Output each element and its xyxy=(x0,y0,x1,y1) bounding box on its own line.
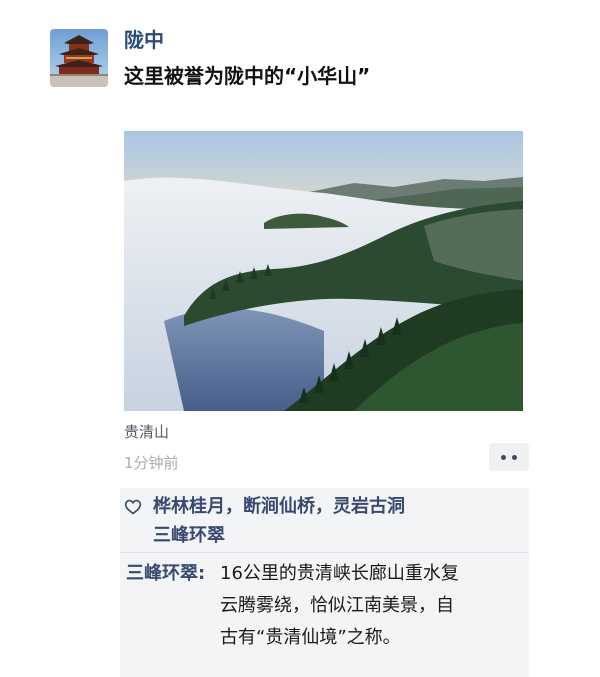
likes-row: 桦林桂月，断涧仙桥，灵岩古洞 三峰环翠 xyxy=(120,488,529,550)
likers-list-line-2[interactable]: 三峰环翠 xyxy=(153,523,225,549)
likers-list-line-1[interactable]: 桦林桂月，断涧仙桥，灵岩古洞 xyxy=(153,494,405,520)
comment-text-line-1: 16公里的贵清峡长廊山重水复 xyxy=(220,563,459,584)
more-actions-button[interactable] xyxy=(489,443,529,471)
post-text: 这里被誉为陇中的“小华山” xyxy=(124,64,371,88)
mountain-cloud-photo xyxy=(124,131,523,411)
pagoda-avatar-image xyxy=(50,29,108,87)
author-name[interactable]: 陇中 xyxy=(124,26,164,54)
comment-text-line-2: 云腾雾绕，恰似江南美景，自 xyxy=(220,595,454,616)
comment-author[interactable]: 三峰环翠: xyxy=(126,560,205,588)
more-dot-icon xyxy=(512,454,517,460)
author-avatar[interactable] xyxy=(50,29,108,87)
moments-post: 陇中 这里被誉为陇中的“小华山” 贵清山 1分钟前 桦林桂月，断涧仙桥，灵岩古洞… xyxy=(0,0,600,677)
interaction-panel: 桦林桂月，断涧仙桥，灵岩古洞 三峰环翠 三峰环翠: 16公里的贵清峡长廊山重水复… xyxy=(120,488,529,677)
heart-icon xyxy=(124,499,142,515)
photo-location[interactable]: 贵清山 xyxy=(124,421,169,443)
post-timestamp: 1分钟前 xyxy=(124,454,179,472)
divider xyxy=(120,552,529,553)
more-dot-icon xyxy=(501,454,506,460)
comment-text-line-3: 古有“贵清仙境”之称。 xyxy=(220,627,401,648)
post-photo[interactable] xyxy=(124,131,523,411)
